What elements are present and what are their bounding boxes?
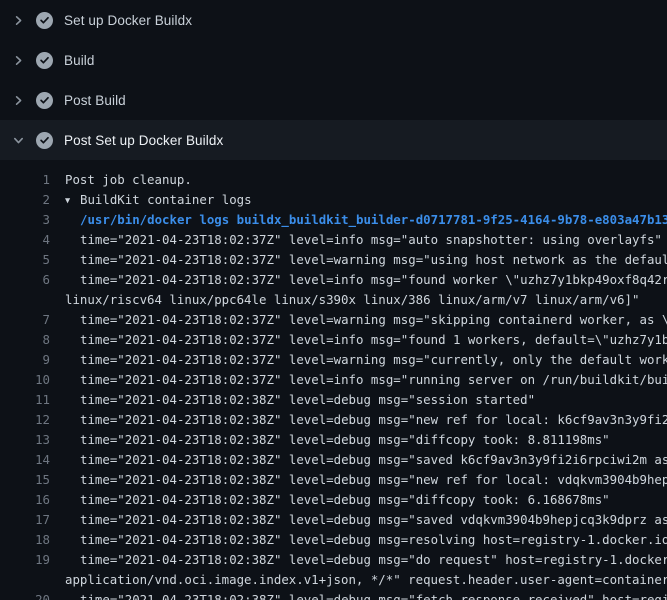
log-group-header[interactable]: ▼BuildKit container logs <box>65 190 667 210</box>
log-text: time="2021-04-23T18:02:38Z" level=debug … <box>65 530 667 550</box>
actions-log-viewer: Set up Docker Buildx Build Post Build Post … <box>0 0 667 600</box>
step-header-post-build[interactable]: Post Build <box>0 80 667 120</box>
log-row: 8 time="2021-04-23T18:02:37Z" level=info … <box>0 330 667 350</box>
log-text: time="2021-04-23T18:02:37Z" level=info m… <box>65 330 667 350</box>
log-line-number[interactable]: 5 <box>0 250 50 270</box>
log-line-number[interactable]: 17 <box>0 510 50 530</box>
log-line-number[interactable]: 1 <box>0 170 50 190</box>
log-row: 10 time="2021-04-23T18:02:37Z" level=info… <box>0 370 667 390</box>
check-circle-icon <box>36 52 53 69</box>
step-label: Build <box>64 53 95 68</box>
step-header-build[interactable]: Build <box>0 40 667 80</box>
log-row: 15 time="2021-04-23T18:02:38Z" level=debu… <box>0 470 667 490</box>
log-text: time="2021-04-23T18:02:37Z" level=warnin… <box>65 350 667 370</box>
log-row: application/vnd.oci.image.index.v1+json,… <box>0 570 667 590</box>
log-text: Post job cleanup. <box>65 170 667 190</box>
log-row: 17 time="2021-04-23T18:02:38Z" level=debu… <box>0 510 667 530</box>
log-row: 20 time="2021-04-23T18:02:38Z" level=debu… <box>0 590 667 600</box>
log-line-number[interactable]: 19 <box>0 550 50 570</box>
log-row: 19 time="2021-04-23T18:02:38Z" level=debu… <box>0 550 667 570</box>
step-header-set-up-docker-buildx[interactable]: Set up Docker Buildx <box>0 0 667 40</box>
log-text: time="2021-04-23T18:02:38Z" level=debug … <box>65 470 667 490</box>
step-header-post-set-up-docker-buildx[interactable]: Post Set up Docker Buildx <box>0 120 667 160</box>
log-row: linux/riscv64 linux/ppc64le linux/s390x … <box>0 290 667 310</box>
chevron-right-icon <box>12 14 25 27</box>
log-line-number[interactable]: 14 <box>0 450 50 470</box>
log-line-number[interactable]: 11 <box>0 390 50 410</box>
log-text: time="2021-04-23T18:02:37Z" level=info m… <box>65 370 667 390</box>
log-row: 16 time="2021-04-23T18:02:38Z" level=debu… <box>0 490 667 510</box>
step-label: Set up Docker Buildx <box>64 13 192 28</box>
log-line-number[interactable]: 2 <box>0 190 50 210</box>
log-line-number[interactable]: 15 <box>0 470 50 490</box>
log-output[interactable]: 1 Post job cleanup. 2 ▼BuildKit container l… <box>0 160 667 600</box>
log-row: 13 time="2021-04-23T18:02:38Z" level=debu… <box>0 430 667 450</box>
check-circle-icon <box>36 92 53 109</box>
log-line-number[interactable]: 10 <box>0 370 50 390</box>
log-command-text: /usr/bin/docker logs buildx_buildkit_bui… <box>65 210 667 230</box>
log-line-number[interactable]: 4 <box>0 230 50 250</box>
log-row: 3/usr/bin/docker logs buildx_buildkit_bu… <box>0 210 667 230</box>
chevron-right-icon <box>12 54 25 67</box>
check-circle-icon <box>36 132 53 149</box>
log-line-number[interactable]: 8 <box>0 330 50 350</box>
log-line-number[interactable]: 9 <box>0 350 50 370</box>
log-line-number[interactable]: 18 <box>0 530 50 550</box>
log-text: time="2021-04-23T18:02:38Z" level=debug … <box>65 410 667 430</box>
log-line-number[interactable]: 3 <box>0 210 50 230</box>
log-text: time="2021-04-23T18:02:37Z" level=warnin… <box>65 250 667 270</box>
log-text: time="2021-04-23T18:02:38Z" level=debug … <box>65 510 667 530</box>
log-text: time="2021-04-23T18:02:37Z" level=info m… <box>65 230 667 250</box>
log-row: 4 time="2021-04-23T18:02:37Z" level=info … <box>0 230 667 250</box>
log-row: 2 ▼BuildKit container logs <box>0 190 667 210</box>
step-label: Post Build <box>64 93 126 108</box>
log-group-label: BuildKit container logs <box>80 192 252 207</box>
log-text: time="2021-04-23T18:02:38Z" level=debug … <box>65 550 667 570</box>
triangle-down-icon: ▼ <box>65 191 80 210</box>
log-row: 14 time="2021-04-23T18:02:38Z" level=debu… <box>0 450 667 470</box>
log-line-number[interactable]: 6 <box>0 270 50 290</box>
log-row: 11 time="2021-04-23T18:02:38Z" level=debu… <box>0 390 667 410</box>
log-text: time="2021-04-23T18:02:38Z" level=debug … <box>65 450 667 470</box>
step-label: Post Set up Docker Buildx <box>64 133 223 148</box>
log-text: linux/riscv64 linux/ppc64le linux/s390x … <box>65 290 667 310</box>
log-text: time="2021-04-23T18:02:37Z" level=warnin… <box>65 310 667 330</box>
log-row: 1 Post job cleanup. <box>0 170 667 190</box>
check-circle-icon <box>36 12 53 29</box>
log-row: 6 time="2021-04-23T18:02:37Z" level=info … <box>0 270 667 290</box>
log-text: time="2021-04-23T18:02:37Z" level=info m… <box>65 270 667 290</box>
log-line-number[interactable]: 13 <box>0 430 50 450</box>
log-text: application/vnd.oci.image.index.v1+json,… <box>65 570 667 590</box>
log-line-number <box>0 570 50 590</box>
log-line-number[interactable]: 20 <box>0 590 50 600</box>
log-row: 18 time="2021-04-23T18:02:38Z" level=debu… <box>0 530 667 550</box>
log-text: time="2021-04-23T18:02:38Z" level=debug … <box>65 390 667 410</box>
log-text: time="2021-04-23T18:02:38Z" level=debug … <box>65 430 667 450</box>
log-line-number[interactable]: 7 <box>0 310 50 330</box>
log-line-number[interactable]: 12 <box>0 410 50 430</box>
log-row: 12 time="2021-04-23T18:02:38Z" level=debu… <box>0 410 667 430</box>
chevron-down-icon <box>12 134 25 147</box>
log-row: 7 time="2021-04-23T18:02:37Z" level=warni… <box>0 310 667 330</box>
log-row: 9 time="2021-04-23T18:02:37Z" level=warni… <box>0 350 667 370</box>
log-row: 5 time="2021-04-23T18:02:37Z" level=warni… <box>0 250 667 270</box>
log-text: time="2021-04-23T18:02:38Z" level=debug … <box>65 590 667 600</box>
log-line-number <box>0 290 50 310</box>
step-list: Set up Docker Buildx Build Post Build Post … <box>0 0 667 160</box>
log-text: time="2021-04-23T18:02:38Z" level=debug … <box>65 490 667 510</box>
log-line-number[interactable]: 16 <box>0 490 50 510</box>
chevron-right-icon <box>12 94 25 107</box>
